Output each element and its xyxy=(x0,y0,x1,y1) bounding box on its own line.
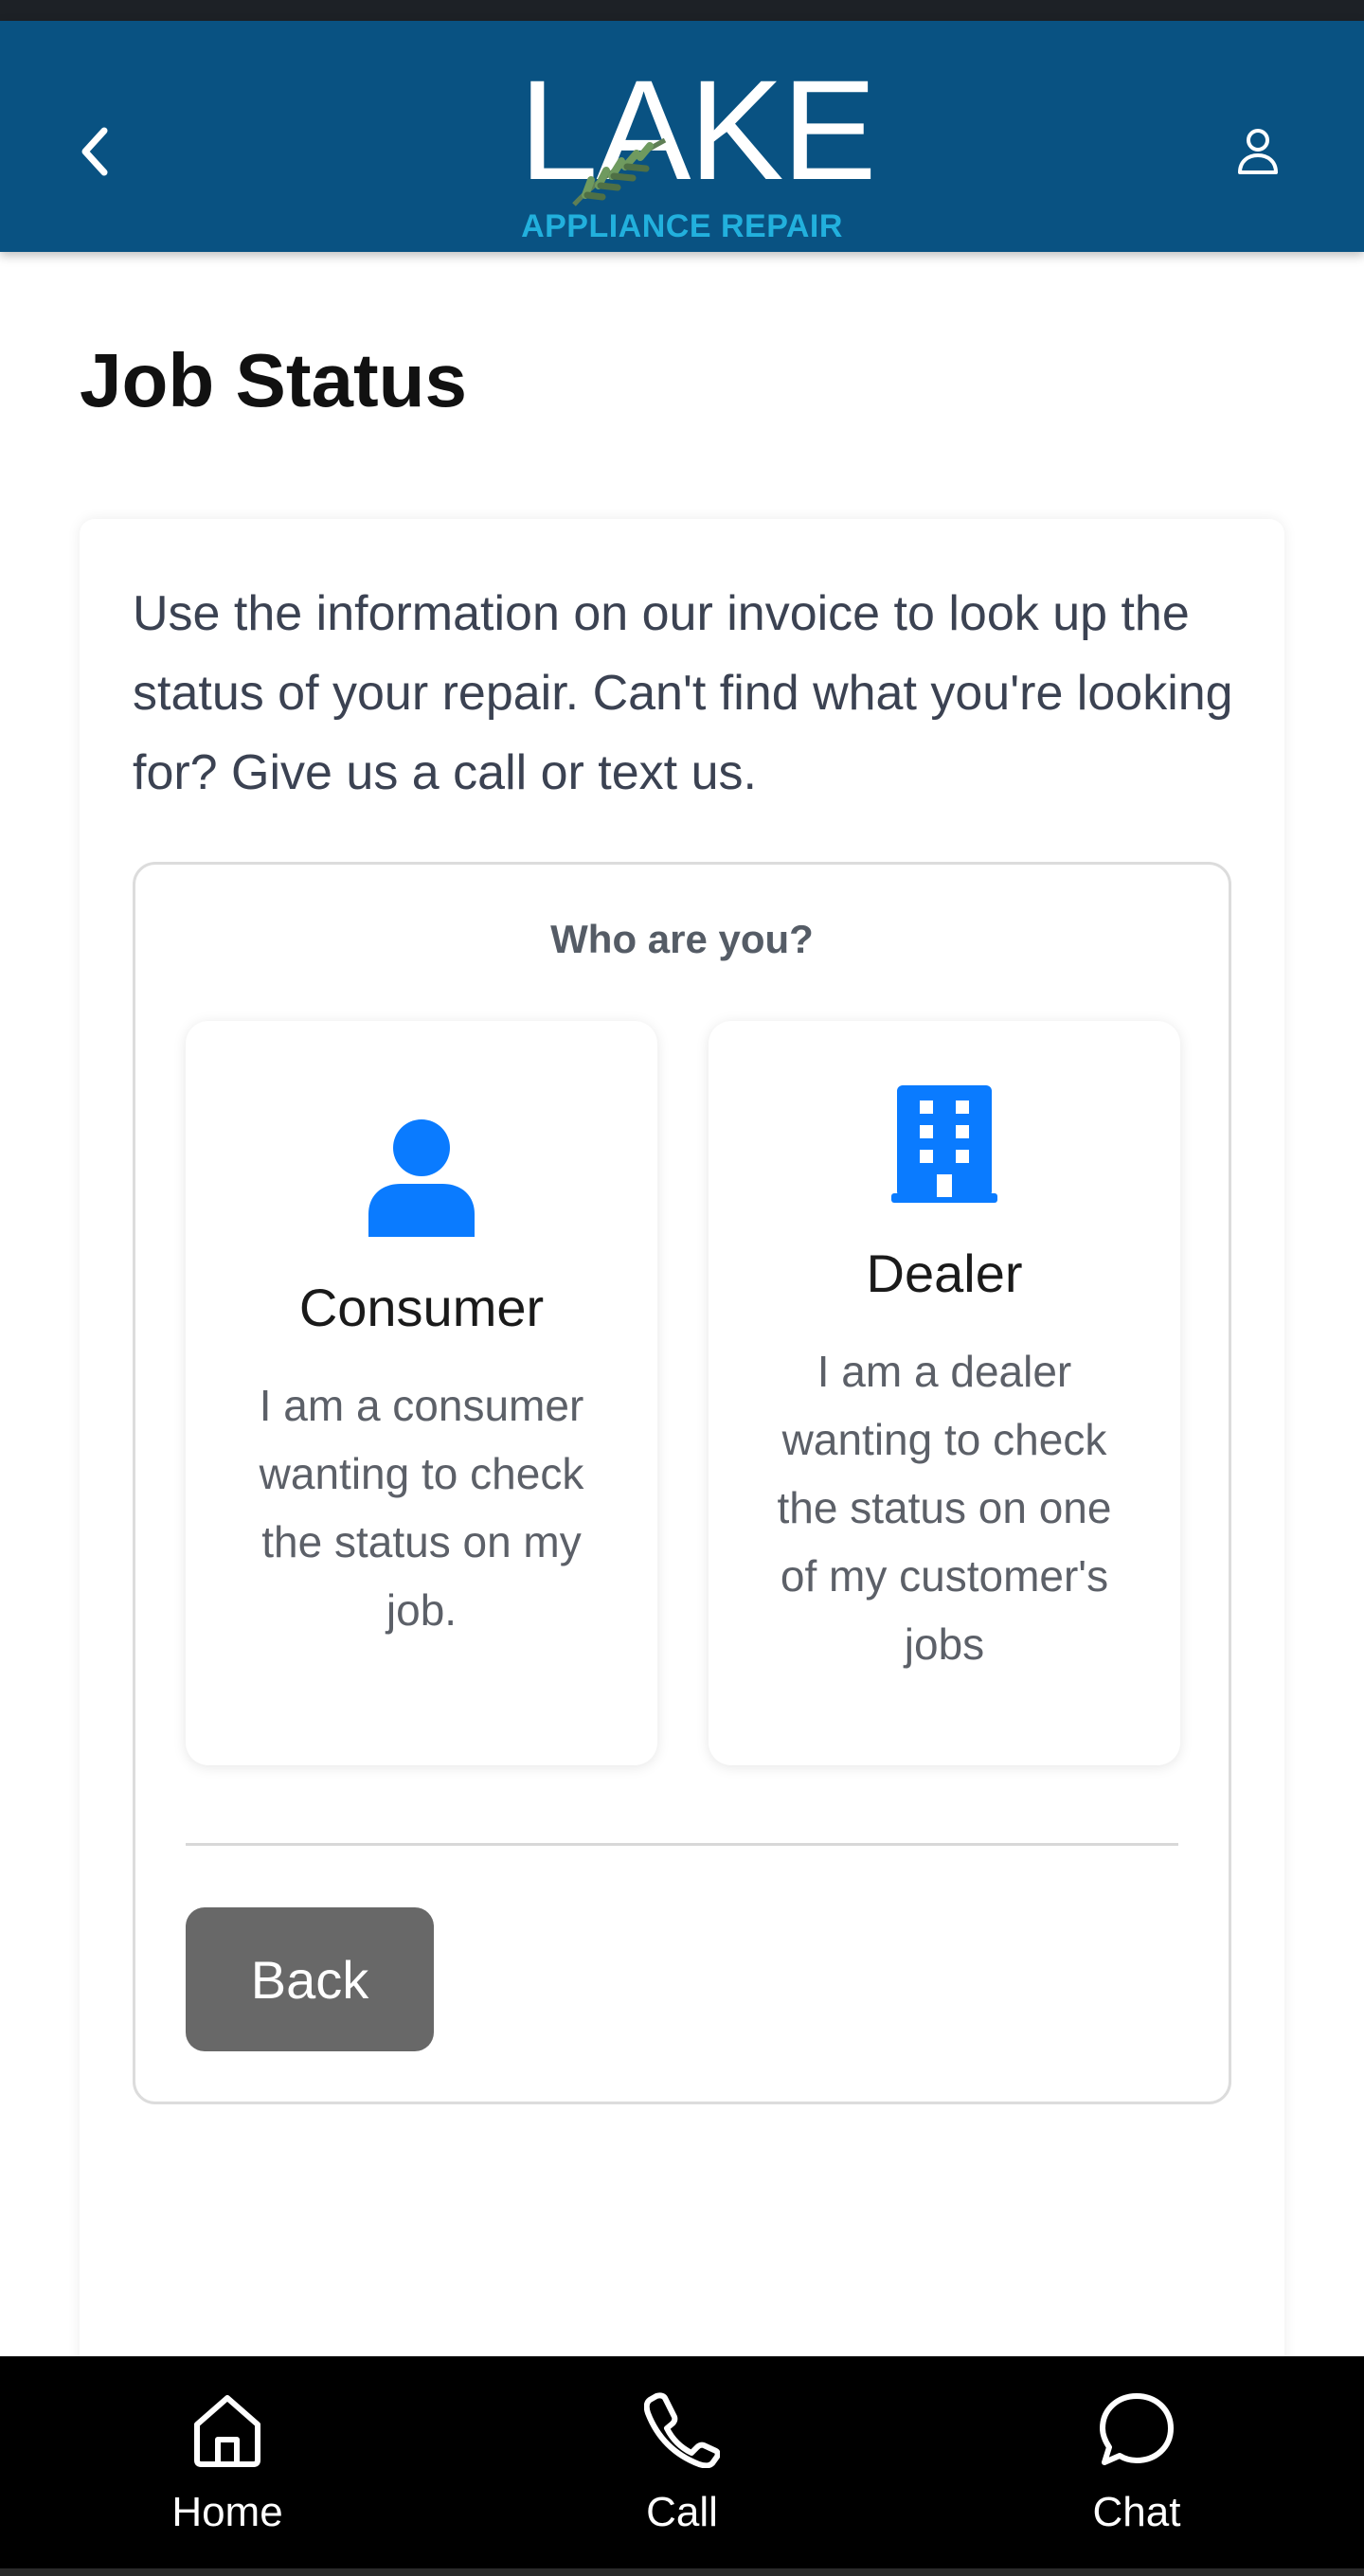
logo-tagline: APPLIANCE REPAIR xyxy=(521,208,843,244)
consumer-option-description: I am a consumer wanting to check the sta… xyxy=(259,1381,584,1635)
account-button[interactable] xyxy=(1222,116,1294,188)
nav-call-label: Call xyxy=(646,2489,718,2535)
chevron-left-icon xyxy=(81,127,108,176)
chat-bubble-icon xyxy=(995,2392,1279,2468)
fern-leaf-icon xyxy=(572,137,667,206)
nav-home-label: Home xyxy=(171,2489,283,2535)
phone-icon xyxy=(540,2392,824,2468)
consumer-option-card[interactable]: Consumer I am a consumer wanting to chec… xyxy=(186,1021,657,1765)
nav-chat[interactable]: Chat xyxy=(995,2356,1279,2576)
status-bar xyxy=(0,0,1364,21)
back-nav-button[interactable] xyxy=(59,116,131,188)
section-divider xyxy=(186,1843,1178,1846)
intro-text: Use the information on our invoice to lo… xyxy=(133,586,1233,800)
bottom-navigation: Home Call Chat xyxy=(0,2356,1364,2576)
dealer-option-card[interactable]: Dealer I am a dealer wanting to check th… xyxy=(709,1021,1180,1765)
page-title: Job Status xyxy=(80,338,467,422)
nav-chat-label: Chat xyxy=(1092,2489,1181,2535)
brand-logo[interactable]: LAKE APPLIANCE REPAIR xyxy=(519,59,877,248)
person-icon xyxy=(186,1119,657,1237)
nav-call[interactable]: Call xyxy=(540,2356,824,2576)
dealer-option-title: Dealer xyxy=(866,1243,1023,1303)
consumer-option-title: Consumer xyxy=(298,1278,545,1337)
gesture-bar-edge xyxy=(0,2568,1364,2576)
nav-home[interactable]: Home xyxy=(85,2356,369,2576)
user-icon xyxy=(1238,129,1278,174)
app-header: LAKE APPLIANCE REPAIR xyxy=(0,21,1364,252)
building-icon xyxy=(709,1085,1180,1203)
back-button[interactable]: Back xyxy=(186,1907,434,2051)
home-icon xyxy=(85,2392,369,2468)
dealer-option-description: I am a dealer wanting to check the statu… xyxy=(777,1347,1112,1669)
user-type-question: Who are you? xyxy=(550,917,814,961)
